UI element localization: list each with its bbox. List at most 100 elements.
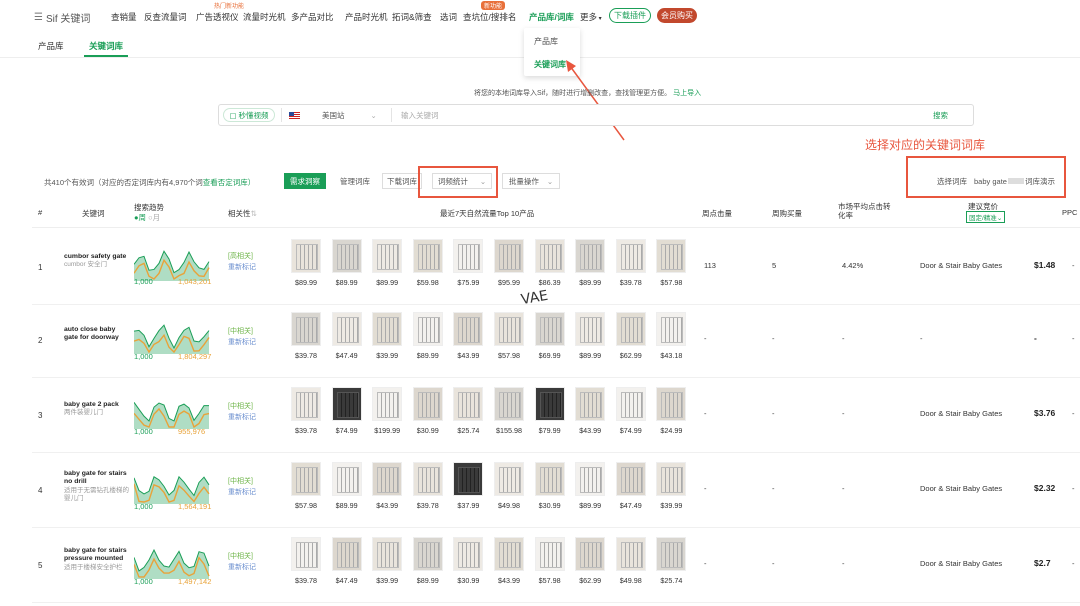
download-plugin-button[interactable]: 下载插件 (609, 8, 651, 23)
product-thumbnail[interactable] (494, 387, 524, 421)
product-thumbnail[interactable] (453, 387, 484, 421)
product-thumbnail[interactable] (494, 537, 524, 571)
remark-link[interactable]: 重新标记 (228, 412, 256, 423)
product-thumbnail[interactable] (372, 312, 403, 346)
product-thumbnail[interactable] (656, 462, 687, 496)
chevron-down-icon: ⌄ (370, 110, 377, 120)
keyword-input[interactable]: 输入关键词 (401, 105, 901, 125)
product-thumbnail[interactable] (412, 312, 443, 346)
negative-library-link[interactable]: 查看否定词库） (203, 178, 256, 187)
product-thumbnail[interactable] (575, 312, 606, 346)
manage-library-button[interactable]: 管理词库 (333, 173, 377, 189)
demand-insight-button[interactable]: 需求洞察 (284, 173, 326, 189)
table-row[interactable]: 5 baby gate for stairs pressure mounted 适用… (32, 527, 1080, 603)
product-thumbnail[interactable] (656, 387, 687, 421)
download-library-button[interactable]: 下载词库 (382, 173, 422, 189)
nav-traffic-machine[interactable]: 流量时光机 (243, 11, 286, 23)
remark-link[interactable]: 重新标记 (228, 262, 256, 273)
product-thumbnail[interactable] (331, 239, 362, 273)
nav-ads[interactable]: 广告透视仪 (196, 11, 239, 23)
product-thumbnail[interactable] (615, 387, 646, 421)
nav-expand[interactable]: 拓词&筛查 (392, 11, 432, 23)
product-thumbnail[interactable] (575, 387, 606, 421)
batch-action-button[interactable]: 批量操作 ⌄ (502, 173, 560, 189)
product-thumbnail[interactable] (331, 387, 362, 421)
vip-purchase-button[interactable]: 会员购买 (657, 8, 697, 23)
table-row[interactable]: 4 baby gate for stairs no drill 适用于无需钻孔楼梯的… (32, 452, 1080, 528)
product-thumbnail[interactable] (494, 239, 524, 273)
nav-reverse[interactable]: 反查流量词 (144, 11, 187, 23)
remark-link[interactable]: 重新标记 (228, 337, 256, 348)
product-thumbnail[interactable] (656, 312, 687, 346)
product-thumbnail[interactable] (575, 239, 606, 273)
sort-icon[interactable]: ⇅ (251, 209, 257, 218)
site-select[interactable]: 美国站 ⌄ (289, 105, 389, 125)
nav-multi-compare[interactable]: 多产品对比 (291, 11, 334, 23)
keyword-cell[interactable]: auto close baby gate for doorway (64, 326, 130, 343)
nav-sales[interactable]: 查销量 (111, 11, 137, 23)
import-now-link[interactable]: 马上导入 (673, 90, 701, 97)
remark-link[interactable]: 重新标记 (228, 562, 256, 573)
product-thumbnail[interactable] (331, 537, 362, 571)
nav-select[interactable]: 选词 (440, 11, 457, 23)
dropdown-item-product[interactable]: 产品库 (534, 36, 558, 47)
video-filter[interactable]: ▢ 秒懂视频 (223, 108, 275, 122)
table-row[interactable]: 2 auto close baby gate for doorway 1,000 1,… (32, 302, 1080, 378)
product-thumbnail[interactable] (534, 537, 565, 571)
product-thumbnail[interactable] (453, 239, 484, 273)
tab-keyword-library[interactable]: 关键词库 (89, 40, 123, 52)
product-thumbnail[interactable] (372, 387, 403, 421)
product-thumbnail[interactable] (412, 537, 443, 571)
product-thumbnail[interactable] (534, 239, 565, 273)
product-thumbnail[interactable] (453, 462, 484, 496)
logo[interactable]: ☰ Sif 关键词 (34, 10, 90, 25)
menu-icon[interactable]: ☰ (34, 12, 43, 23)
product-thumbnail[interactable] (372, 239, 403, 273)
product-thumbnail[interactable] (291, 312, 321, 346)
product-thumbnail[interactable] (453, 312, 484, 346)
product-thumbnail[interactable] (534, 462, 565, 496)
product-thumbnail[interactable] (412, 239, 443, 273)
product-thumbnail[interactable] (494, 462, 524, 496)
product-thumbnail[interactable] (534, 387, 565, 421)
product-thumbnail[interactable] (615, 312, 646, 346)
product-thumbnail[interactable] (372, 462, 403, 496)
product-thumbnail[interactable] (534, 312, 565, 346)
toggle-week[interactable]: ●周 (134, 213, 146, 222)
product-thumbnail[interactable] (575, 462, 606, 496)
search-button[interactable]: 搜索 (933, 105, 963, 125)
keyword-cell[interactable]: cumbor safety gate cumbor 安全门 (64, 253, 130, 270)
product-thumbnail[interactable] (615, 462, 646, 496)
product-thumbnail[interactable] (656, 239, 687, 273)
product-thumbnail[interactable] (412, 387, 443, 421)
product-thumbnail[interactable] (656, 537, 687, 571)
table-row[interactable]: 3 baby gate 2 pack 两件装婴儿门 1,000 955,976 [中相关]… (32, 377, 1080, 453)
keyword-cell[interactable]: baby gate 2 pack 两件装婴儿门 (64, 401, 130, 418)
product-thumbnail[interactable] (331, 312, 362, 346)
nav-library[interactable]: 产品库/词库 (529, 11, 574, 23)
product-thumbnail[interactable] (291, 387, 321, 421)
nav-more[interactable]: 更多 ▾ (580, 11, 602, 23)
nav-rank[interactable]: 查坑位/搜排名 (463, 11, 516, 23)
bid-type-select[interactable]: 固定/精准⌄ (966, 211, 1006, 223)
product-thumbnail[interactable] (291, 239, 321, 273)
product-thumbnail[interactable] (291, 462, 321, 496)
table-row[interactable]: 1 cumbor safety gate cumbor 安全门 1,000 1,043,… (32, 229, 1080, 305)
product-thumbnail[interactable] (372, 537, 403, 571)
tab-product-library[interactable]: 产品库 (38, 40, 64, 52)
keyword-cell[interactable]: baby gate for stairs pressure mounted 适用于… (64, 547, 130, 572)
product-thumbnail[interactable] (331, 462, 362, 496)
product-thumbnail[interactable] (615, 239, 646, 273)
trend-period-toggle[interactable]: ●周 ○月 (134, 212, 160, 223)
product-thumbnail[interactable] (453, 537, 484, 571)
nav-product-machine[interactable]: 产品时光机 (345, 11, 388, 23)
product-thumbnail[interactable] (291, 537, 321, 571)
product-thumbnail[interactable] (615, 537, 646, 571)
keyword-cell[interactable]: baby gate for stairs no drill 适用于无需钻孔楼梯的婴… (64, 470, 130, 503)
product-thumbnail[interactable] (494, 312, 524, 346)
product-thumbnail[interactable] (575, 537, 606, 571)
toggle-month[interactable]: ○月 (148, 213, 160, 222)
remark-link[interactable]: 重新标记 (228, 487, 256, 498)
product-thumbnail[interactable] (412, 462, 443, 496)
product-price: $37.99 (457, 501, 480, 510)
